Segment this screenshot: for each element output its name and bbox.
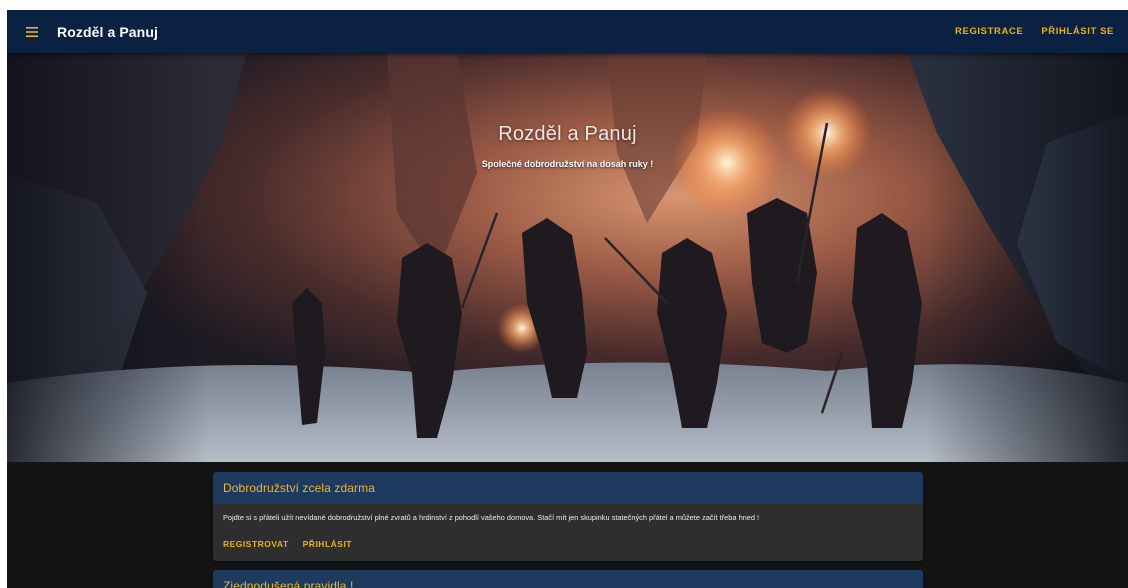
card-header: Zjednodušená pravidla !	[213, 570, 923, 588]
register-link[interactable]: REGISTRACE	[955, 26, 1023, 37]
app-frame: Rozděl a Panuj REGISTRACE PŘIHLÁSIT SE R…	[7, 10, 1128, 588]
card-description: Pojdte si s přáteli užít nevídané dobrod…	[223, 513, 760, 522]
card-actions: REGISTROVAT PŘIHLÁSIT	[213, 523, 923, 561]
card-title: Zjednodušená pravidla !	[223, 579, 354, 588]
card-header: Dobrodružství zcela zdarma	[213, 472, 923, 504]
register-button[interactable]: REGISTROVAT	[223, 539, 289, 549]
login-link[interactable]: PŘIHLÁSIT SE	[1041, 26, 1114, 37]
hero-illustration	[7, 53, 1128, 462]
menu-button[interactable]	[19, 18, 47, 46]
menu-icon	[26, 26, 38, 37]
feature-card-simplified-rules: Zjednodušená pravidla !	[213, 570, 923, 588]
login-button[interactable]: PŘIHLÁSIT	[303, 539, 352, 549]
hero-banner: Rozděl a Panuj Společné dobrodružství na…	[7, 53, 1128, 462]
feature-card-free-adventure: Dobrodružství zcela zdarma Pojdte si s p…	[213, 472, 923, 561]
top-app-bar: Rozděl a Panuj REGISTRACE PŘIHLÁSIT SE	[7, 10, 1128, 53]
app-title[interactable]: Rozděl a Panuj	[57, 24, 158, 40]
card-title: Dobrodružství zcela zdarma	[223, 481, 375, 495]
